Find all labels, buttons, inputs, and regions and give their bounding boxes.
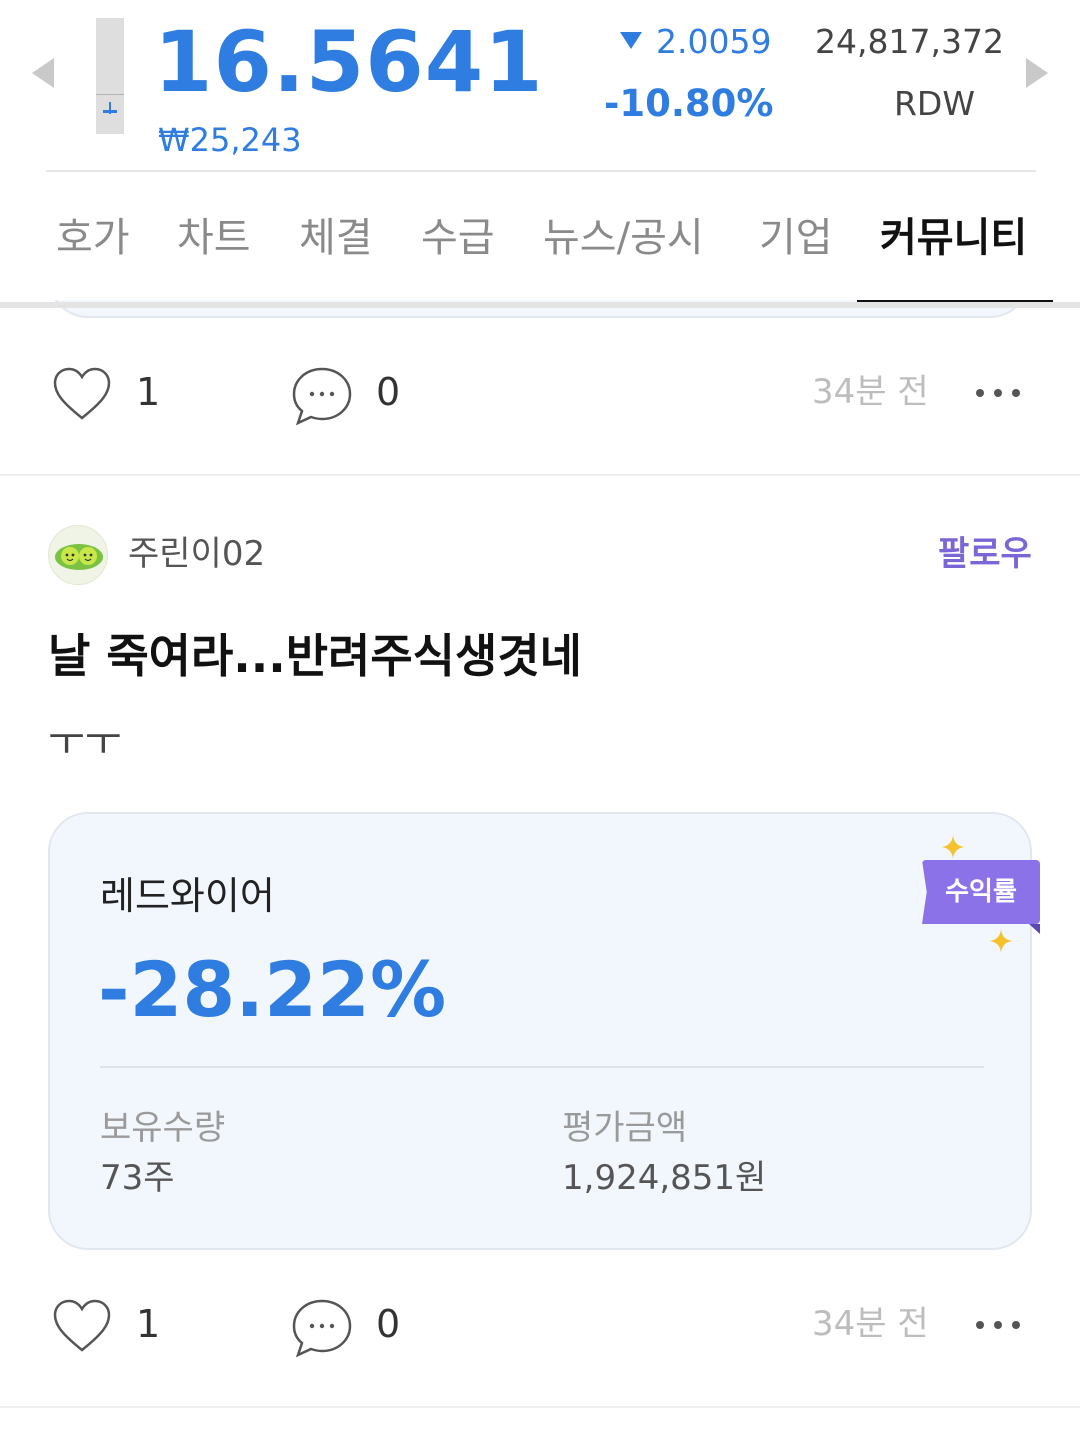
badge-tail bbox=[1029, 924, 1040, 934]
next-arrow-icon[interactable] bbox=[1026, 58, 1048, 88]
return-badge: 수익률 bbox=[922, 860, 1040, 924]
return-percent: -28.22% bbox=[98, 945, 447, 1034]
stock-name: 레드와이어 bbox=[100, 874, 275, 918]
holdings-value: 73주 bbox=[100, 1158, 175, 1198]
follow-button[interactable]: 팔로우 bbox=[938, 532, 1032, 576]
trading-volume: 24,817,372 bbox=[815, 22, 1004, 61]
avatar[interactable] bbox=[48, 525, 108, 585]
sparkle-icon bbox=[941, 835, 965, 859]
price-change-percent: -10.80% bbox=[604, 82, 774, 125]
heart-icon[interactable] bbox=[52, 1298, 112, 1354]
tab-bar: 호가 차트 체결 수급 뉴스/공시 기업 커뮤니티 bbox=[0, 172, 1080, 305]
valuation-label: 평가금액 bbox=[562, 1108, 688, 1148]
current-price: 16.5641 bbox=[154, 13, 544, 111]
ticker-symbol: RDW bbox=[894, 84, 975, 123]
post-divider bbox=[0, 1406, 1080, 1408]
author-name[interactable]: 주린이02 bbox=[128, 532, 265, 576]
card-divider bbox=[100, 1066, 984, 1068]
mini-price-chart bbox=[96, 18, 124, 134]
return-card[interactable]: 레드와이어 -28.22% 보유수량 73주 평가금액 1,924,851원 수… bbox=[48, 812, 1040, 1250]
comment-count: 0 bbox=[376, 370, 401, 414]
stock-community-screen: 16.5641 ₩25,243 2.0059 -10.80% 24,817,37… bbox=[0, 0, 1080, 1436]
post-title[interactable]: 날 죽여라...반려주식생겻네 bbox=[48, 626, 582, 686]
more-icon[interactable] bbox=[972, 1296, 1028, 1352]
tabs-divider bbox=[0, 302, 1080, 308]
prev-arrow-icon[interactable] bbox=[32, 58, 54, 88]
comment-icon[interactable] bbox=[290, 1298, 354, 1358]
tab-trades[interactable]: 체결 bbox=[299, 212, 373, 264]
tab-community[interactable]: 커뮤니티 bbox=[880, 212, 1027, 264]
tab-supply-demand[interactable]: 수급 bbox=[421, 212, 495, 264]
tab-company[interactable]: 기업 bbox=[759, 212, 833, 264]
holdings-label: 보유수량 bbox=[100, 1108, 226, 1148]
stock-header: 16.5641 ₩25,243 2.0059 -10.80% 24,817,37… bbox=[0, 0, 1080, 172]
like-count: 1 bbox=[136, 370, 161, 414]
heart-icon[interactable] bbox=[52, 366, 112, 422]
post-body[interactable]: ㅜㅜ bbox=[48, 712, 122, 756]
prev-post-actions: 1 0 34분 전 bbox=[0, 358, 1080, 428]
down-triangle-icon bbox=[620, 32, 642, 49]
post-time: 34분 전 bbox=[812, 1304, 929, 1344]
peas-avatar-icon bbox=[55, 544, 103, 570]
tab-orderbook[interactable]: 호가 bbox=[56, 212, 130, 264]
post-time: 34분 전 bbox=[812, 372, 929, 412]
comment-count: 0 bbox=[376, 1302, 401, 1346]
tab-news[interactable]: 뉴스/공시 bbox=[543, 212, 704, 264]
post-actions: 1 0 34분 전 bbox=[0, 1290, 1080, 1360]
sparkle-icon bbox=[989, 929, 1013, 953]
like-count: 1 bbox=[136, 1302, 161, 1346]
krw-price: ₩25,243 bbox=[158, 121, 302, 159]
comment-icon[interactable] bbox=[290, 366, 354, 426]
tab-chart[interactable]: 차트 bbox=[177, 212, 251, 264]
more-icon[interactable] bbox=[972, 364, 1028, 420]
price-change: 2.0059 bbox=[620, 22, 771, 62]
post-divider bbox=[0, 474, 1080, 476]
valuation-value: 1,924,851원 bbox=[562, 1158, 767, 1198]
